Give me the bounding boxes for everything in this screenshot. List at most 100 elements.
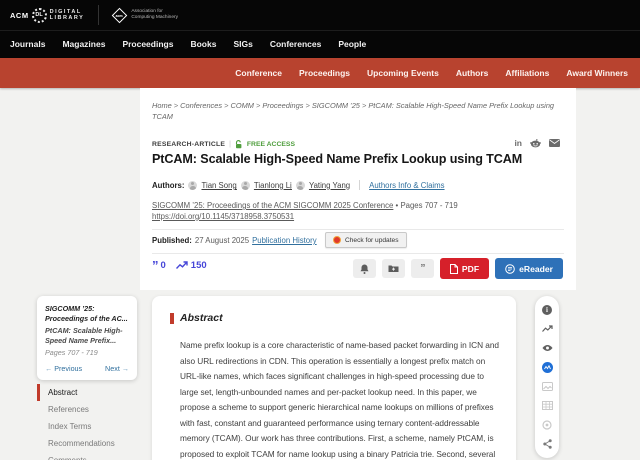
publication-history-link[interactable]: Publication History — [252, 236, 317, 245]
metrics-trend-icon[interactable] — [542, 323, 553, 334]
altmetric-badge-icon[interactable] — [542, 362, 553, 373]
add-to-collection-button[interactable] — [382, 259, 405, 278]
section-nav-abstract[interactable]: Abstract — [37, 384, 137, 401]
nav-sigs[interactable]: SIGs — [233, 39, 252, 49]
authors-label: Authors: — [152, 181, 184, 190]
abstract-section: Abstract Name prefix lookup is a core ch… — [152, 296, 516, 460]
abstract-heading-row: Abstract — [170, 312, 492, 324]
published-row: Published: 27 August 2025 Publication Hi… — [152, 236, 317, 245]
cite-button[interactable]: ” — [411, 259, 434, 278]
free-access-badge: FREE ACCESS — [247, 141, 295, 148]
article-title: PtCAM: Scalable High-Speed Name Prefix L… — [152, 152, 562, 166]
share-icon[interactable] — [542, 439, 553, 450]
check-for-updates-button[interactable]: Check for updates — [325, 232, 407, 248]
media-icon[interactable] — [542, 420, 553, 431]
author-tian-song[interactable]: Tian Song — [201, 181, 236, 190]
view-eye-icon[interactable] — [542, 343, 553, 354]
issue-navigation-card: SIGCOMM ’25: Proceedings of the AC... Pt… — [37, 296, 137, 380]
association-name: Association for Computing Machinery — [131, 9, 178, 20]
brand-divider — [98, 5, 99, 25]
folder-plus-icon — [388, 264, 399, 273]
pdf-button[interactable]: PDF — [440, 258, 489, 279]
bell-icon — [360, 264, 369, 274]
acm-dl-gear-icon: DL — [32, 8, 47, 23]
author-tianlong-li[interactable]: Tianlong Li — [254, 181, 292, 190]
crumb-conferences[interactable]: Conferences — [172, 101, 222, 110]
crumb-comm[interactable]: COMM — [222, 101, 254, 110]
acm-diamond-icon: acm — [112, 7, 128, 23]
published-date: 27 August 2025 — [195, 236, 249, 245]
next-arrow-icon: → — [122, 364, 129, 373]
previous-article-link[interactable]: ← Previous — [45, 364, 82, 373]
nav-journals[interactable]: Journals — [10, 39, 45, 49]
pages-range: Pages 707 - 719 — [393, 201, 457, 210]
open-lock-icon — [235, 140, 243, 149]
rednav-upcoming-events[interactable]: Upcoming Events — [367, 68, 439, 78]
tables-icon[interactable] — [542, 400, 553, 411]
section-nav-comments[interactable]: Comments — [37, 452, 137, 460]
info-icon[interactable]: i — [542, 304, 553, 315]
article-type-label: RESEARCH-ARTICLE — [152, 141, 225, 148]
divider — [152, 253, 564, 254]
trending-icon — [176, 261, 188, 270]
article-type-row: RESEARCH-ARTICLE | FREE ACCESS — [152, 140, 295, 149]
acm-association-logo[interactable]: acm Association for Computing Machinery — [111, 9, 178, 20]
rednav-award-winners[interactable]: Award Winners — [566, 68, 628, 78]
ereader-button[interactable]: eReader — [495, 258, 563, 279]
citation-metric[interactable]: ” 0 — [152, 260, 166, 271]
nav-books[interactable]: Books — [190, 39, 216, 49]
downloads-count: 150 — [191, 260, 207, 271]
check-updates-label: Check for updates — [345, 237, 399, 244]
section-nav-index-terms[interactable]: Index Terms — [37, 418, 137, 435]
section-nav-references[interactable]: References — [37, 401, 137, 418]
author-yating-yang[interactable]: Yating Yang — [309, 181, 350, 190]
crumb-home[interactable]: Home — [152, 101, 172, 110]
acm-dl-logo-text: DIGITAL LIBRARY — [50, 9, 85, 22]
section-marker — [170, 313, 174, 324]
crumb-proceedings[interactable]: Proceedings — [254, 101, 304, 110]
nav-people[interactable]: People — [338, 39, 366, 49]
section-nav-recommendations[interactable]: Recommendations — [37, 435, 137, 452]
article-actions: ” PDF eReader — [353, 258, 563, 279]
pdf-file-icon — [450, 264, 458, 274]
previous-arrow-icon: ← — [45, 364, 52, 373]
email-icon[interactable] — [549, 139, 560, 147]
authors-row: Authors: Tian Song Tianlong Li Yating Ya… — [152, 180, 445, 190]
rednav-proceedings[interactable]: Proceedings — [299, 68, 350, 78]
abstract-text: Name prefix lookup is a core characteris… — [180, 338, 502, 460]
card-venue[interactable]: SIGCOMM ’25: Proceedings of the AC... — [45, 304, 129, 323]
figures-icon[interactable] — [542, 381, 553, 392]
acm-dl-logo[interactable]: ACM — [10, 11, 29, 20]
linkedin-icon[interactable]: in — [514, 138, 522, 148]
reddit-icon[interactable] — [530, 139, 541, 148]
crumb-sigcomm25[interactable]: SIGCOMM ’25 — [303, 101, 359, 110]
article-tools-pill: i — [535, 296, 559, 458]
doi-link[interactable]: https://doi.org/10.1145/3718958.3750531 — [152, 212, 294, 221]
primary-nav: Journals Magazines Proceedings Books SIG… — [0, 31, 640, 57]
rednav-conference[interactable]: Conference — [235, 68, 282, 78]
rednav-authors[interactable]: Authors — [456, 68, 489, 78]
logo-library: LIBRARY — [50, 15, 85, 21]
nav-conferences[interactable]: Conferences — [270, 39, 322, 49]
author-avatar — [241, 181, 250, 190]
nav-proceedings[interactable]: Proceedings — [122, 39, 173, 49]
citation-quote-icon: ” — [152, 262, 158, 270]
nav-magazines[interactable]: Magazines — [62, 39, 105, 49]
metrics-row: ” 0 150 — [152, 260, 207, 271]
type-divider: | — [229, 141, 231, 148]
alerts-button[interactable] — [353, 259, 376, 278]
next-article-link[interactable]: Next → — [105, 364, 129, 373]
divider — [152, 229, 564, 230]
authors-divider — [359, 180, 360, 190]
crossmark-icon — [333, 236, 341, 244]
ereader-label: eReader — [519, 264, 553, 274]
prev-next-nav: ← Previous Next → — [45, 364, 129, 373]
site-header: ACM DL DIGITAL LIBRARY acm Association f… — [0, 0, 640, 58]
cite-quote-icon: ” — [421, 265, 424, 273]
downloads-metric[interactable]: 150 — [176, 260, 207, 271]
authors-info-claims-link[interactable]: Authors Info & Claims — [369, 181, 444, 190]
logo-digital: DIGITAL — [50, 9, 82, 15]
rednav-affiliations[interactable]: Affiliations — [505, 68, 549, 78]
venue-link[interactable]: SIGCOMM ’25: Proceedings of the ACM SIGC… — [152, 201, 393, 210]
article-header-panel: HomeConferencesCOMMProceedingsSIGCOMM ’2… — [140, 88, 576, 290]
